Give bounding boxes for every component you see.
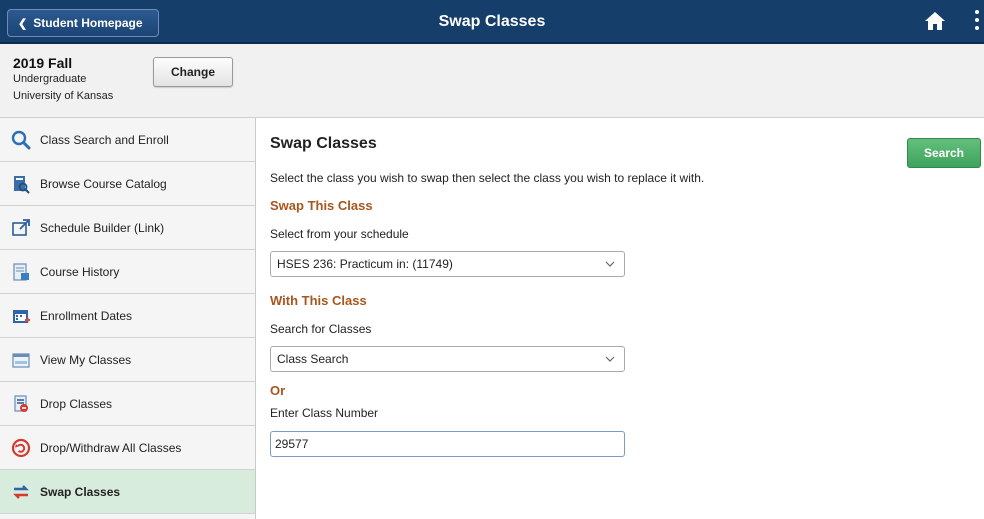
chevron-left-icon: ❮ [18,17,28,30]
instruction-text: Select the class you wish to swap then s… [270,171,705,185]
term-bar: 2019 Fall Undergraduate University of Ka… [0,44,984,118]
swap-classes-page: Swap Classes ❮ Student Homepage 2019 Fal… [0,0,984,519]
student-homepage-button[interactable]: ❮ Student Homepage [7,9,159,37]
sidebar-item-label: Schedule Builder (Link) [40,220,165,235]
sidebar-item-label: Drop/Withdraw All Classes [40,440,182,455]
search-button[interactable]: Search [907,138,981,168]
term-career: Undergraduate [13,73,87,85]
sidebar-item-view-my-classes[interactable]: View My Classes [0,338,255,382]
home-icon[interactable] [924,11,946,31]
magnifier-icon [11,130,31,150]
main-content: Swap Classes Search Select the class you… [256,118,984,519]
class-search-select-value: Class Search [277,352,349,366]
catalog-icon [11,174,31,194]
sidebar-item-schedule-builder[interactable]: Schedule Builder (Link) [0,206,255,250]
sidebar-item-label: Class Search and Enroll [40,132,169,147]
swap-icon [11,482,31,502]
course-history-icon [11,262,31,282]
class-number-label: Enter Class Number [270,406,379,420]
sidebar-item-label: View My Classes [40,352,132,367]
term-institution: University of Kansas [13,90,114,102]
drop-icon [11,394,31,414]
kebab-menu-icon[interactable] [974,10,980,34]
section-title: Swap Classes [270,135,377,152]
calendar-icon [11,306,31,326]
sidebar-item-browse-catalog[interactable]: Browse Course Catalog [0,162,255,206]
sidebar-item-label: Drop Classes [40,396,113,411]
sidebar-item-drop-classes[interactable]: Drop Classes [0,382,255,426]
external-link-icon [11,218,31,238]
schedule-icon [11,350,31,370]
or-label: Or [270,383,286,398]
swap-this-class-heading: Swap This Class [270,198,373,213]
schedule-select[interactable]: HSES 236: Practicum in: (11749) [270,251,625,277]
sidebar-item-drop-withdraw-all[interactable]: Drop/Withdraw All Classes [0,426,255,470]
top-header: Swap Classes ❮ Student Homepage [0,0,984,44]
search-classes-label: Search for Classes [270,322,372,336]
schedule-select-value: HSES 236: Practicum in: (11749) [277,257,453,271]
sidebar-item-label: Enrollment Dates [40,308,133,323]
sidebar-item-label: Swap Classes [40,484,121,499]
sidebar-item-enrollment-dates[interactable]: Enrollment Dates [0,294,255,338]
sidebar-item-class-search[interactable]: Class Search and Enroll [0,118,255,162]
term-name: 2019 Fall [13,55,73,71]
chevron-down-icon [605,356,615,362]
sidebar-item-swap-classes[interactable]: Swap Classes [0,470,255,514]
sidebar-item-label: Course History [40,264,120,279]
withdraw-icon [11,438,31,458]
sidebar-item-course-history[interactable]: Course History [0,250,255,294]
change-term-button[interactable]: Change [153,57,233,87]
class-search-select[interactable]: Class Search [270,346,625,372]
sidebar: Class Search and Enroll Browse Course Ca… [0,118,256,519]
back-button-label: Student Homepage [33,16,143,30]
chevron-down-icon [605,261,615,267]
class-number-input[interactable] [270,431,625,457]
sidebar-item-label: Browse Course Catalog [40,176,167,191]
schedule-label: Select from your schedule [270,227,409,241]
with-this-class-heading: With This Class [270,293,367,308]
